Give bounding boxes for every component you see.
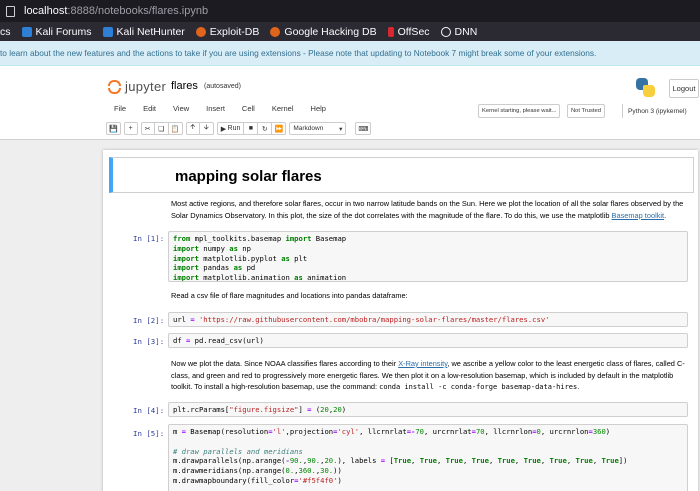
jupyter-logo[interactable]: jupyter <box>108 79 166 94</box>
notebook-title: mapping solar flares <box>175 168 322 185</box>
bookmark-kali-forums[interactable]: Kali Forums <box>21 26 92 38</box>
code-cell-3[interactable]: df = pd.read_csv(url) <box>168 333 688 348</box>
logout-button[interactable]: Logout <box>669 79 699 98</box>
url-text[interactable]: localhost:8888/notebooks/flares.ipynb <box>24 5 208 17</box>
intro-markdown[interactable]: Most active regions, and therefore solar… <box>171 198 689 221</box>
banner-text: to learn about the new features and the … <box>0 48 597 58</box>
exploit-db-icon <box>195 26 206 37</box>
plot-description-markdown[interactable]: Now we plot the data. Since NOAA classif… <box>171 358 689 394</box>
stop-icon[interactable]: ■ <box>244 122 259 135</box>
heading-cell-selected[interactable]: mapping solar flares <box>109 157 694 193</box>
notebook-name[interactable]: flares <box>171 80 198 92</box>
move-up-icon[interactable]: 🡩 <box>185 122 200 135</box>
bookmark-google-hacking-db[interactable]: Google Hacking DB <box>270 26 377 38</box>
notebook-container: mapping solar flares Most active regions… <box>103 150 698 491</box>
jupyter-header: jupyter flares (autosaved) Logout File E… <box>0 66 700 140</box>
chevron-down-icon: ▾ <box>339 125 343 133</box>
code-cell-5[interactable]: m = Basemap(resolution='l',projection='c… <box>168 424 688 491</box>
offsec-icon <box>387 26 394 37</box>
run-icon: ▶ <box>220 125 228 133</box>
menu-file[interactable]: File <box>114 104 126 113</box>
kernel-status-indicator: Kernel starting, please wait... <box>478 104 561 118</box>
autosave-status: (autosaved) <box>204 83 241 90</box>
bookmark-cs[interactable]: cs <box>0 26 11 38</box>
menu-edit[interactable]: Edit <box>143 104 156 113</box>
insert-cell-icon[interactable]: + <box>123 122 138 135</box>
input-prompt-4: In [4]: <box>133 406 165 415</box>
globe-icon <box>440 26 451 37</box>
notebook7-notice-banner: to learn about the new features and the … <box>0 41 700 66</box>
kali-icon <box>21 26 32 37</box>
menu-kernel[interactable]: Kernel <box>272 104 294 113</box>
paste-icon[interactable]: 📋 <box>168 122 183 135</box>
input-prompt-2: In [2]: <box>133 316 165 325</box>
copy-icon[interactable]: ❏ <box>154 122 169 135</box>
restart-run-all-icon[interactable]: ⏩ <box>272 122 287 135</box>
kali-icon <box>102 26 113 37</box>
browser-url-bar[interactable]: localhost:8888/notebooks/flares.ipynb <box>0 0 700 22</box>
menu-cell[interactable]: Cell <box>242 104 255 113</box>
jupyter-logo-text: jupyter <box>125 79 167 94</box>
notebook-toolbar: 💾 + ✂ ❏ 📋 🡩 🡫 ▶ Run ■ ↻ ⏩ Markdown ▾ ⌨ <box>106 122 374 135</box>
bookmark-kali-nethunter[interactable]: Kali NetHunter <box>102 26 185 38</box>
python-logo-icon <box>635 77 657 99</box>
read-csv-markdown[interactable]: Read a csv file of flare magnitudes and … <box>171 290 689 302</box>
menu-bar: File Edit View Insert Cell Kernel Help <box>114 104 343 113</box>
conda-command: conda install -c conda-forge basemap-dat… <box>379 383 578 391</box>
bookmark-exploit-db[interactable]: Exploit-DB <box>195 26 259 38</box>
ghdb-icon <box>270 26 281 37</box>
input-prompt-3: In [3]: <box>133 337 165 346</box>
input-prompt-1: In [1]: <box>133 234 165 243</box>
jupyter-logo-icon <box>108 79 121 94</box>
save-icon[interactable]: 💾 <box>106 122 121 135</box>
move-down-icon[interactable]: 🡫 <box>199 122 214 135</box>
bookmark-dnn[interactable]: DNN <box>440 26 477 38</box>
menu-help[interactable]: Help <box>311 104 326 113</box>
kernel-name[interactable]: Python 3 (ipykernel) <box>622 104 687 118</box>
menu-insert[interactable]: Insert <box>206 104 225 113</box>
code-cell-1[interactable]: from mpl_toolkits.basemap import Basemap… <box>168 231 688 282</box>
code-cell-4[interactable]: plt.rcParams["figure.figsize"] = (20,20) <box>168 402 688 417</box>
restart-icon[interactable]: ↻ <box>258 122 273 135</box>
page-icon <box>6 5 15 17</box>
bookmark-offsec[interactable]: OffSec <box>387 26 430 38</box>
bookmarks-bar: cs Kali Forums Kali NetHunter Exploit-DB… <box>0 22 700 41</box>
menu-view[interactable]: View <box>173 104 189 113</box>
trust-status-button[interactable]: Not Trusted <box>567 104 605 118</box>
command-palette-icon[interactable]: ⌨ <box>355 122 372 135</box>
cut-icon[interactable]: ✂ <box>140 122 155 135</box>
code-cell-2[interactable]: url = 'https://raw.githubusercontent.com… <box>168 312 688 327</box>
xray-intensity-link[interactable]: X-Ray intensity <box>398 359 447 368</box>
input-prompt-5: In [5]: <box>133 429 165 438</box>
cell-type-select[interactable]: Markdown ▾ <box>289 122 347 135</box>
basemap-toolkit-link[interactable]: Basemap toolkit <box>612 211 665 220</box>
run-button[interactable]: ▶ Run <box>216 122 245 135</box>
